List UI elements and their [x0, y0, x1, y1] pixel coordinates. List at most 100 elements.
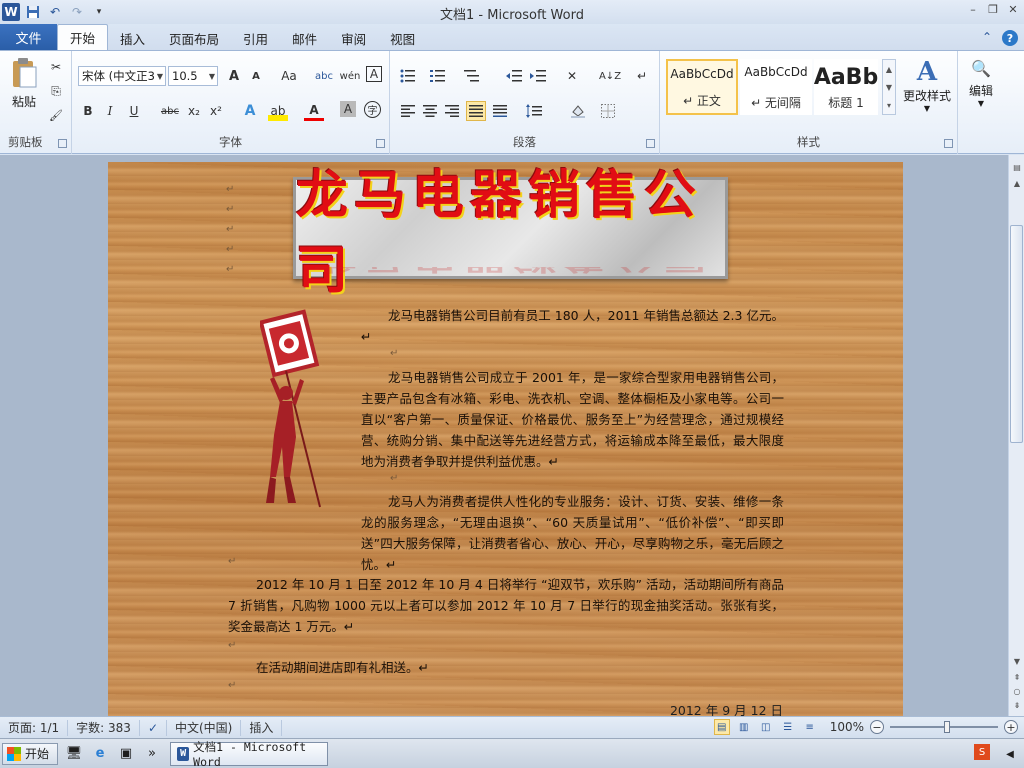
scroll-down-icon[interactable]: ▼ — [1011, 655, 1023, 667]
decrease-indent-icon[interactable] — [504, 66, 524, 86]
help-icon[interactable]: ? — [1002, 30, 1018, 46]
align-left-icon[interactable] — [398, 101, 418, 121]
scroll-up-icon[interactable]: ▲ — [1011, 177, 1023, 189]
highlight-icon[interactable]: ab — [268, 101, 288, 121]
clipboard-launcher[interactable] — [58, 139, 67, 148]
pinyin-guide-icon[interactable]: wén — [340, 66, 361, 86]
styles-launcher[interactable] — [944, 139, 953, 148]
strikethrough-icon[interactable]: abc — [160, 101, 180, 121]
word-count[interactable]: 字数: 383 — [68, 719, 140, 736]
browse-object-icon[interactable]: ○ — [1011, 685, 1023, 697]
text-effects-icon[interactable]: A — [240, 101, 260, 121]
undo-icon[interactable]: ↶ — [46, 3, 64, 21]
paste-button[interactable]: 粘贴 — [6, 57, 42, 115]
justify-icon[interactable] — [466, 101, 486, 121]
align-right-icon[interactable] — [442, 101, 462, 121]
close-button[interactable]: ✕ — [1006, 2, 1020, 16]
italic-icon[interactable]: I — [100, 101, 120, 121]
underline-icon[interactable]: U — [124, 101, 144, 121]
vertical-scrollbar[interactable]: ▤ ▲ ▼ ⇞ ○ ⇟ — [1008, 155, 1024, 716]
bullets-icon[interactable] — [398, 66, 418, 86]
copy-icon[interactable]: ⎘ — [46, 81, 66, 101]
paragraph-5[interactable]: 在活动期间进店即有礼相送。↵ — [228, 657, 784, 678]
save-icon[interactable] — [24, 3, 42, 21]
tab-home[interactable]: 开始 — [57, 24, 109, 50]
styles-scroll[interactable]: ▲ ▼ ▾ — [882, 59, 896, 115]
tab-file[interactable]: 文件 — [0, 24, 57, 50]
tab-references[interactable]: 引用 — [231, 26, 280, 50]
superscript-icon[interactable]: x² — [206, 101, 226, 121]
increase-indent-icon[interactable] — [528, 66, 548, 86]
zoom-slider[interactable] — [890, 721, 998, 733]
taskbar-word-window[interactable]: W 文档1 - Microsoft Word — [170, 740, 329, 768]
bold-icon[interactable]: B — [78, 101, 98, 121]
document-page[interactable]: ↵ ↵ ↵ ↵ ↵ 龙马电器销售公司 龙马电器销售公司 龙马电器销售公司目前有员… — [108, 162, 903, 716]
next-page-icon[interactable]: ⇟ — [1011, 699, 1023, 711]
cut-icon[interactable]: ✂ — [46, 57, 66, 77]
word-app-icon[interactable]: W — [2, 3, 20, 21]
document-date[interactable]: 2012 年 9 月 12 日 — [670, 700, 783, 716]
zoom-in-button[interactable]: + — [1004, 720, 1018, 734]
font-color-icon[interactable]: A — [304, 101, 324, 121]
zoom-out-button[interactable]: − — [870, 720, 884, 734]
style-heading-1[interactable]: AaBb 标题 1 — [814, 59, 878, 115]
zoom-slider-thumb[interactable] — [944, 721, 950, 733]
paragraph-2[interactable]: 龙马电器销售公司成立于 2001 年，是一家综合型家用电器销售公司，主要产品包含… — [361, 367, 784, 472]
change-case-icon[interactable]: Aa — [276, 66, 302, 86]
draft-view-icon[interactable]: ≡ — [802, 719, 818, 735]
language[interactable]: 中文(中国) — [167, 719, 242, 736]
flag-bearer-clipart[interactable] — [260, 307, 330, 517]
subscript-icon[interactable]: x₂ — [184, 101, 204, 121]
proofing-icon[interactable]: ✓ — [140, 719, 167, 736]
font-name-combo[interactable]: 宋体 (中文正3 ▼ — [78, 66, 166, 86]
insert-mode[interactable]: 插入 — [241, 719, 283, 736]
outline-view-icon[interactable]: ☰ — [780, 719, 796, 735]
style-normal[interactable]: AaBbCcDd ↵ 正文 — [666, 59, 738, 115]
previous-page-icon[interactable]: ⇞ — [1011, 671, 1023, 683]
numbering-icon[interactable] — [428, 66, 448, 86]
paragraph-1[interactable]: 龙马电器销售公司目前有员工 180 人，2011 年销售总额达 2.3 亿元。↵ — [361, 305, 784, 347]
show-marks-icon[interactable]: ↵ — [632, 66, 652, 86]
shading-icon[interactable] — [568, 101, 588, 121]
restore-button[interactable]: ❐ — [986, 2, 1000, 16]
distributed-icon[interactable] — [490, 101, 510, 121]
editing-button[interactable]: 🔍 编辑 ▼ — [962, 59, 1000, 119]
font-size-combo[interactable]: 10.5 ▼ — [168, 66, 218, 86]
media-player-icon[interactable]: ▣ — [116, 744, 136, 764]
enclose-character-icon[interactable]: 字 — [364, 101, 381, 118]
character-border-icon[interactable]: A — [366, 66, 382, 82]
grow-font-icon[interactable]: A — [224, 66, 244, 86]
taskbar-more-icon[interactable]: » — [142, 744, 162, 764]
chinese-layout-icon[interactable]: ✕ — [562, 66, 582, 86]
tray-app-icon[interactable]: S — [974, 744, 990, 760]
full-screen-reading-icon[interactable]: ▥ — [736, 719, 752, 735]
print-layout-view-icon[interactable]: ▤ — [713, 719, 730, 735]
customize-qat-icon[interactable]: ▾ — [90, 3, 108, 21]
tray-volume-icon[interactable]: ◀ — [1000, 744, 1020, 764]
tab-mailings[interactable]: 邮件 — [280, 26, 329, 50]
collapse-ribbon-icon[interactable]: ⌃ — [982, 30, 992, 46]
sort-icon[interactable]: A↓Z — [599, 66, 621, 86]
scroll-thumb[interactable] — [1010, 225, 1023, 443]
internet-explorer-icon[interactable]: e — [90, 744, 110, 764]
tab-page-layout[interactable]: 页面布局 — [157, 26, 231, 50]
borders-icon[interactable] — [598, 101, 618, 121]
shrink-font-icon[interactable]: A — [246, 66, 266, 86]
clear-format-icon[interactable]: abc — [314, 66, 334, 86]
start-button[interactable]: 开始 — [2, 742, 59, 765]
style-no-spacing[interactable]: AaBbCcDd ↵ 无间隔 — [740, 59, 812, 115]
font-launcher[interactable] — [376, 139, 385, 148]
paragraph-launcher[interactable] — [646, 139, 655, 148]
character-shading-icon[interactable]: A — [340, 101, 356, 117]
tab-insert[interactable]: 插入 — [108, 26, 157, 50]
tab-review[interactable]: 审阅 — [329, 26, 378, 50]
minimize-button[interactable]: – — [966, 2, 980, 16]
multilevel-list-icon[interactable] — [462, 66, 482, 86]
change-styles-button[interactable]: A 更改样式 ▼ — [900, 57, 954, 119]
zoom-level[interactable]: 100% — [830, 720, 864, 734]
paragraph-3[interactable]: 龙马人为消费者提供人性化的专业服务：设计、订货、安装、维修一条龙的服务理念，“无… — [361, 491, 784, 575]
line-spacing-icon[interactable] — [524, 101, 544, 121]
format-painter-icon[interactable]: 🖌 — [46, 105, 66, 125]
paragraph-4[interactable]: 2012 年 10 月 1 日至 2012 年 10 月 4 日将举行 “迎双节… — [228, 574, 784, 637]
tab-view[interactable]: 视图 — [378, 26, 427, 50]
